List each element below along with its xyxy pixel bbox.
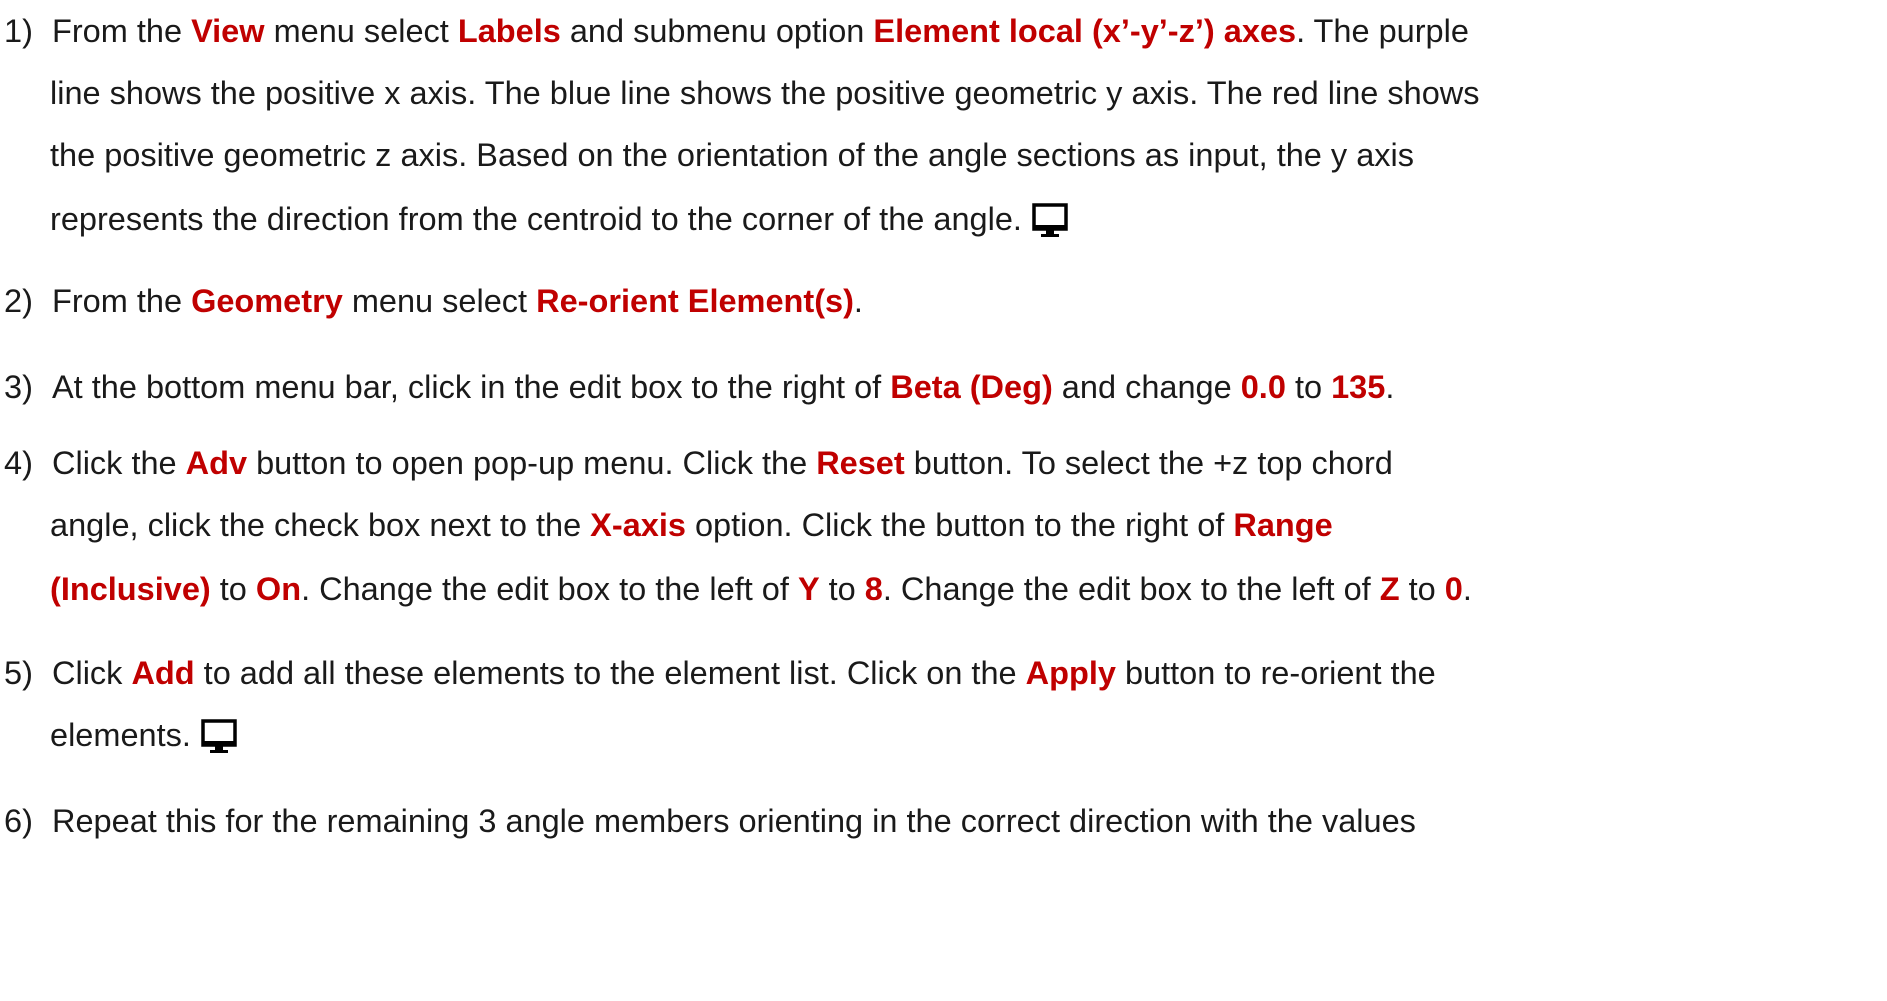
step-number: 2) (4, 283, 33, 319)
step-1-line-3: the positive geometric z axis. Based on … (50, 137, 1414, 173)
highlighted-term: Range (1233, 507, 1333, 543)
text-run: button to re-orient the (1115, 655, 1436, 691)
step-5-line-2-text: elements. (50, 717, 191, 753)
highlighted-term: Apply (1025, 655, 1116, 691)
rich-text: At the bottom menu bar, click in the edi… (52, 369, 1394, 405)
text-run: button. To select the +z top chord (904, 445, 1393, 481)
text-run: to (1399, 571, 1445, 607)
monitor-icon[interactable] (1032, 203, 1068, 239)
text-run: option. Click the button to the right of (685, 507, 1234, 543)
text-run: . The purple (1296, 13, 1469, 49)
text-run: At the bottom menu bar, click in the edi… (52, 369, 891, 405)
text-run: and submenu option (560, 13, 874, 49)
step-5-line-1: 5) Click Add to add all these elements to… (4, 650, 1436, 696)
step-number: 6) (4, 803, 33, 839)
step-4-line-3: (Inclusive) to On. Change the edit box t… (50, 566, 1472, 612)
highlighted-term: 0.0 (1240, 369, 1286, 405)
text-run: From the (52, 283, 192, 319)
text-run: to (819, 571, 865, 607)
text-run: button to open pop-up menu. Click the (247, 445, 817, 481)
highlighted-term: Z (1379, 571, 1400, 607)
step-3-line-1: 3) At the bottom menu bar, click in the e… (4, 364, 1394, 410)
highlighted-term: Y (797, 571, 820, 607)
rich-text: (Inclusive) to On. Change the edit box t… (50, 571, 1472, 607)
text-run: menu select (342, 283, 537, 319)
highlighted-term: (Inclusive) (50, 571, 211, 607)
text-run: From the (52, 13, 192, 49)
highlighted-term: Re-orient Element(s) (536, 283, 854, 319)
step-number: 4) (4, 445, 33, 481)
step-number: 3) (4, 369, 33, 405)
text-run: Click (52, 655, 132, 691)
monitor-icon[interactable] (201, 719, 237, 755)
highlighted-term: View (191, 13, 265, 49)
text-run: . (853, 283, 863, 319)
step-1-line-4: represents the direction from the centro… (50, 196, 1068, 242)
highlighted-term: Labels (457, 13, 561, 49)
text-run: to (210, 571, 256, 607)
rich-text: Click Add to add all these elements to t… (52, 655, 1436, 691)
step-2-line-1: 2) From the Geometry menu select Re-orien… (4, 278, 863, 324)
highlighted-term: X-axis (590, 507, 686, 543)
text-run: to (1285, 369, 1332, 405)
text-run: . (1385, 369, 1395, 405)
text-run: Click the (52, 445, 186, 481)
step-1-line-1: 1) From the View menu select Labels and s… (4, 8, 1469, 54)
highlighted-term: Reset (816, 445, 905, 481)
rich-text: angle, click the check box next to the X… (50, 507, 1333, 543)
highlighted-term: On (255, 571, 302, 607)
step-4-line-1: 4) Click the Adv button to open pop-up me… (4, 440, 1393, 486)
step-5-line-2: elements. (50, 712, 237, 758)
step-6-line-1: 6) Repeat this for the remaining 3 angle … (4, 798, 1416, 844)
text-run: . Change the edit box to the left of (301, 571, 798, 607)
highlighted-term: Beta (Deg) (890, 369, 1053, 405)
text-run: . (1462, 571, 1472, 607)
rich-text: Click the Adv button to open pop-up menu… (52, 445, 1393, 481)
step-number: 1) (4, 13, 33, 49)
rich-text: From the View menu select Labels and sub… (52, 13, 1469, 49)
highlighted-term: Geometry (191, 283, 343, 319)
step-6-line-1-text: Repeat this for the remaining 3 angle me… (52, 803, 1416, 839)
highlighted-term: Element local (x’-y’-z’) axes (873, 13, 1297, 49)
step-number: 5) (4, 655, 33, 691)
text-run: angle, click the check box next to the (50, 507, 591, 543)
text-run: to add all these elements to the element… (194, 655, 1026, 691)
text-run: . Change the edit box to the left of (882, 571, 1380, 607)
highlighted-term: 8 (864, 571, 883, 607)
step-4-line-2: angle, click the check box next to the X… (50, 502, 1333, 548)
text-run: menu select (264, 13, 458, 49)
text-run: and change (1052, 369, 1241, 405)
highlighted-term: Adv (185, 445, 248, 481)
rich-text: From the Geometry menu select Re-orient … (52, 283, 863, 319)
step-1-line-4-text: represents the direction from the centro… (50, 201, 1022, 237)
highlighted-term: Add (131, 655, 195, 691)
highlighted-term: 0 (1444, 571, 1463, 607)
highlighted-term: 135 (1331, 369, 1386, 405)
step-1-line-2: line shows the positive x axis. The blue… (50, 75, 1480, 111)
